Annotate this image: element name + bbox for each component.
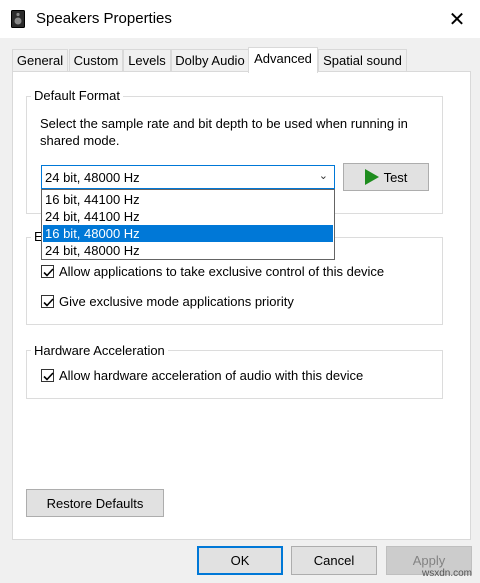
tab-advanced[interactable]: Advanced	[248, 47, 318, 73]
allow-exclusive-checkbox[interactable]	[41, 264, 54, 278]
allow-hw-row[interactable]: Allow hardware acceleration of audio wit…	[41, 366, 363, 384]
chevron-down-icon[interactable]: ⌄	[319, 169, 328, 182]
dropdown-option-highlighted[interactable]: 16 bit, 48000 Hz	[43, 225, 333, 242]
give-priority-checkbox[interactable]	[41, 294, 54, 308]
test-label: Test	[383, 169, 408, 185]
hardware-acceleration-title: Hardware Acceleration	[31, 343, 168, 358]
dropdown-option[interactable]: 24 bit, 48000 Hz	[43, 242, 333, 259]
close-icon[interactable]: ✕	[434, 0, 480, 38]
test-button[interactable]: Test	[343, 163, 429, 191]
properties-window: Speakers Properties ✕ General Custom Lev…	[0, 0, 480, 583]
allow-exclusive-row[interactable]: Allow applications to take exclusive con…	[41, 262, 384, 280]
give-priority-label: Give exclusive mode applications priorit…	[59, 293, 294, 309]
tab-spatial-sound[interactable]: Spatial sound	[318, 49, 407, 71]
tab-dolby-audio[interactable]: Dolby Audio	[171, 49, 249, 71]
sample-rate-value: 24 bit, 48000 Hz	[45, 170, 140, 185]
window-title: Speakers Properties	[36, 10, 172, 27]
default-format-title: Default Format	[31, 88, 123, 103]
dropdown-option[interactable]: 16 bit, 44100 Hz	[43, 191, 333, 208]
tab-levels[interactable]: Levels	[123, 49, 171, 71]
allow-hw-checkbox[interactable]	[41, 368, 54, 382]
cancel-button[interactable]: Cancel	[291, 546, 377, 575]
allow-hw-label: Allow hardware acceleration of audio wit…	[59, 367, 364, 383]
tab-general[interactable]: General	[12, 49, 68, 71]
tab-custom[interactable]: Custom	[69, 49, 123, 71]
play-icon	[364, 169, 379, 185]
sample-rate-select[interactable]: 24 bit, 48000 Hz ⌄	[41, 165, 335, 189]
default-format-description: Select the sample rate and bit depth to …	[40, 116, 408, 148]
watermark: wsxdn.com	[421, 568, 472, 579]
sample-rate-dropdown: 16 bit, 44100 Hz 24 bit, 44100 Hz 16 bit…	[41, 189, 335, 260]
ok-button[interactable]: OK	[197, 546, 283, 575]
title-bar: Speakers Properties ✕	[0, 0, 480, 38]
give-priority-row[interactable]: Give exclusive mode applications priorit…	[41, 292, 294, 310]
allow-exclusive-label: Allow applications to take exclusive con…	[59, 263, 385, 279]
restore-defaults-button[interactable]: Restore Defaults	[26, 489, 164, 517]
dropdown-option[interactable]: 24 bit, 44100 Hz	[43, 208, 333, 225]
speaker-icon	[11, 10, 25, 28]
